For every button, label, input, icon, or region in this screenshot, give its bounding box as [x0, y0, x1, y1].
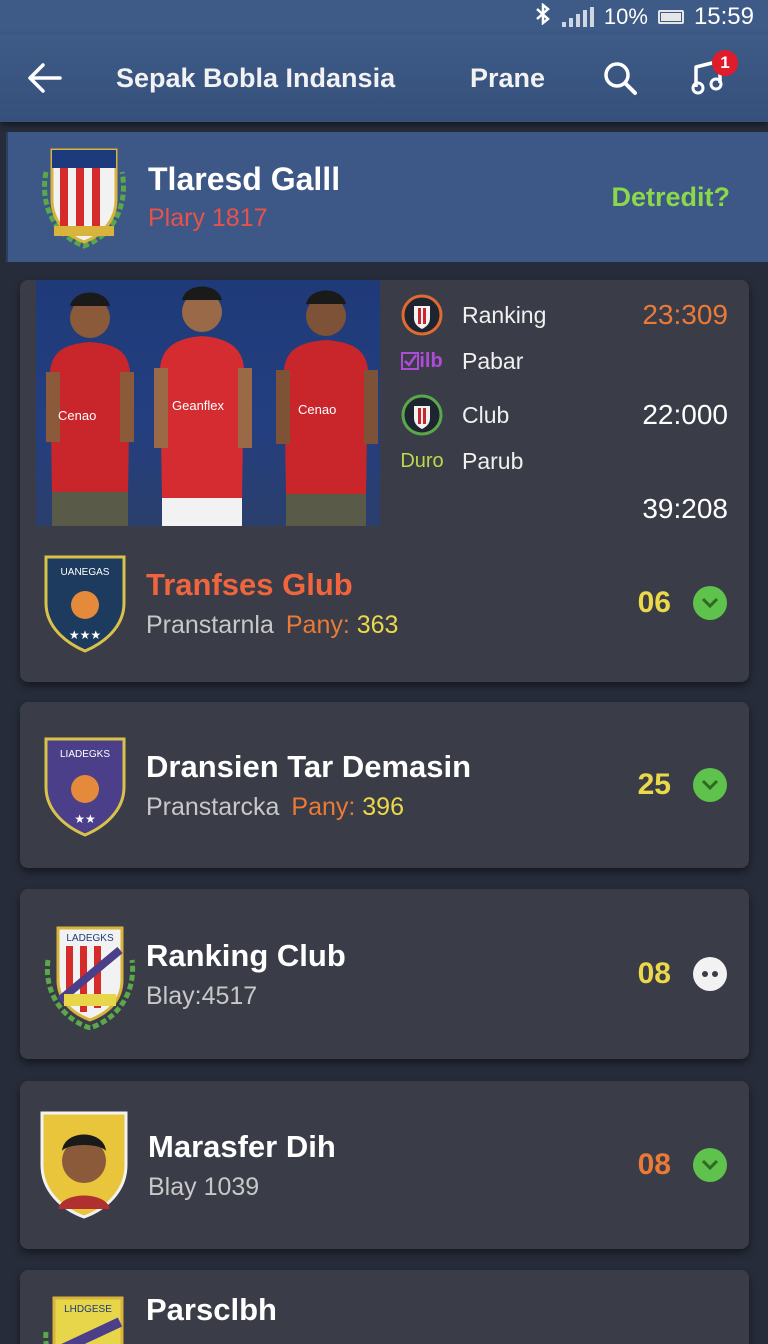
crest-text: LIADEGKS — [60, 749, 110, 760]
stat-row-pabar[interactable]: ilb Pabar — [398, 338, 738, 384]
club-crest: LIADEGKS ★★ — [42, 735, 128, 837]
stat-row-total: 39:208 — [398, 486, 738, 532]
club-subtitle: Blay 1039 — [148, 1172, 260, 1201]
stat-icon-text: ilb — [419, 349, 443, 372]
bluetooth-icon — [534, 2, 552, 31]
svg-text:★★★: ★★★ — [69, 628, 101, 642]
crest-text: LHDGESE — [64, 1304, 112, 1315]
notification-button[interactable]: 1 — [678, 48, 738, 108]
status-bar: 10% 15:59 — [0, 0, 768, 34]
club-name: Parsclbh — [146, 1292, 277, 1327]
signal-icon — [561, 7, 594, 27]
club-subtitle: Blay:4517 — [146, 981, 258, 1010]
stat-value: 22:000 — [642, 399, 728, 430]
stat-label: Pabar — [462, 347, 524, 374]
club-crest-icon — [398, 294, 446, 336]
club-card[interactable]: LIADEGKS ★★ Dransien Tar Demasin Pransta… — [20, 702, 749, 868]
jersey-sponsor-1: Cenao — [58, 408, 96, 423]
pany-label: Pany: — [291, 792, 356, 821]
club-crest: LHDGESE — [42, 1292, 128, 1344]
search-icon[interactable] — [590, 48, 650, 108]
club-name: Ranking Club — [146, 937, 346, 973]
featured-club-crest — [38, 142, 130, 252]
app-bar: Sepak Bobla Indansia Prane 1 — [0, 34, 768, 122]
club-number: 06 — [637, 586, 671, 619]
app-title: Sepak Bobla Indansia — [116, 62, 396, 93]
pany-value: 396 — [362, 792, 404, 821]
featured-action-link[interactable]: Detredit? — [611, 182, 730, 213]
back-arrow-icon[interactable] — [8, 42, 80, 114]
notification-badge: 1 — [712, 50, 738, 76]
club-name: Dransien Tar Demasin — [146, 748, 472, 784]
battery-percent: 10% — [603, 4, 648, 29]
pany-value: 363 — [356, 610, 399, 639]
chevron-down-icon[interactable] — [693, 1148, 727, 1182]
featured-club-name: Tlaresd Galll — [148, 161, 341, 197]
club-crest: LADEGKS — [42, 924, 136, 1031]
club-crest: UANEGAS ★★★ — [42, 553, 128, 653]
club-number: 08 — [637, 1148, 671, 1181]
club-number: 25 — [637, 768, 671, 801]
player-avatar — [38, 1109, 130, 1221]
club-subtitle: Pranstarcka — [146, 792, 280, 821]
svg-text:★★: ★★ — [74, 812, 96, 826]
club-crest-icon — [398, 394, 446, 436]
club-card[interactable]: LHDGESE Parsclbh — [20, 1270, 749, 1344]
club-card[interactable]: LADEGKS Ranking Club Blay:4517 08 — [20, 889, 749, 1059]
crest-text: LADEGKS — [66, 933, 114, 944]
team-overview-card: Cenao Geanflex Cenao Ranking 23:309 ilb … — [20, 280, 749, 682]
club-name: Tranfses Glub — [146, 566, 353, 602]
check-icon: ilb — [398, 341, 446, 381]
club-name: Marasfer Dih — [148, 1128, 336, 1164]
chevron-down-icon[interactable] — [693, 768, 727, 802]
stat-row-parub[interactable]: Duro Parub — [398, 438, 738, 484]
jersey-sponsor-3: Cenao — [298, 402, 336, 417]
club-row[interactable]: UANEGAS ★★★ Tranfses Glub Pranstarnla Pan… — [20, 538, 749, 668]
featured-club-banner[interactable]: Tlaresd Galll Plary 1817 Detredit? — [6, 132, 768, 262]
more-options-icon[interactable] — [693, 957, 727, 991]
featured-club-subtitle: Plary 1817 — [148, 204, 268, 232]
club-subtitle: Pranstarnla — [146, 610, 274, 639]
chevron-down-icon[interactable] — [693, 586, 727, 620]
crest-text: UANEGAS — [61, 567, 110, 578]
stat-row-ranking[interactable]: Ranking 23:309 — [398, 292, 738, 338]
jersey-sponsor-2: Geanflex — [172, 398, 225, 413]
club-number: 08 — [637, 957, 671, 990]
pany-label: Pany: — [285, 610, 350, 639]
stat-value: 39:208 — [642, 493, 728, 524]
stats-panel: Ranking 23:309 ilb Pabar Club 22:000 Dur… — [398, 292, 738, 532]
stat-value: 23:309 — [642, 299, 728, 330]
stat-label: Ranking — [462, 301, 547, 328]
tab-prane[interactable]: Prane — [470, 63, 580, 94]
stat-icon-text: Duro — [400, 449, 444, 472]
stat-label: Parub — [462, 447, 524, 474]
team-players-photo: Cenao Geanflex Cenao — [36, 280, 380, 526]
club-card[interactable]: Marasfer Dih Blay 1039 08 — [20, 1081, 749, 1249]
clock: 15:59 — [693, 3, 754, 30]
stat-row-club[interactable]: Club 22:000 — [398, 392, 738, 438]
battery-icon — [657, 10, 684, 24]
stat-label: Club — [462, 401, 510, 428]
